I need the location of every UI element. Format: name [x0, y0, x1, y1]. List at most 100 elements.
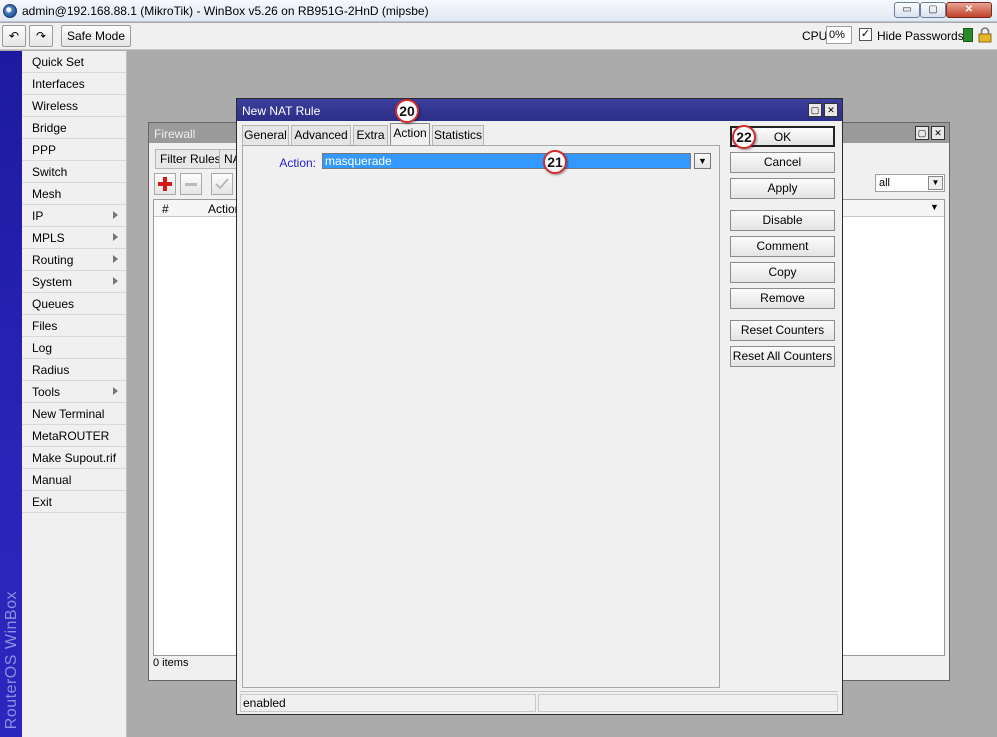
apply-button[interactable]: Apply: [730, 178, 835, 199]
tab-general[interactable]: General: [242, 125, 289, 146]
hide-passwords-checkbox[interactable]: ✓: [859, 28, 872, 41]
title-bar: admin@192.168.88.1 (MikroTik) - WinBox v…: [0, 0, 997, 22]
menu-item-label: Quick Set: [32, 55, 85, 69]
main-toolbar: ↶ ↷ Safe Mode CPU: 0% ✓ Hide Passwords: [0, 23, 997, 50]
column-number[interactable]: #: [162, 202, 169, 216]
submenu-arrow-icon: [113, 211, 118, 219]
column-menu-icon[interactable]: ▼: [930, 202, 939, 212]
menu-item-label: Log: [32, 341, 53, 355]
check-icon: [215, 178, 229, 190]
submenu-arrow-icon: [113, 255, 118, 263]
comment-button[interactable]: Comment: [730, 236, 835, 257]
step-marker-20: 20: [395, 99, 419, 123]
tab-advanced[interactable]: Advanced: [291, 125, 351, 146]
safe-mode-button[interactable]: Safe Mode: [61, 25, 131, 47]
menu-item-mesh[interactable]: Mesh: [22, 183, 126, 205]
dialog-title: New NAT Rule: [242, 104, 321, 118]
reset-counters-button[interactable]: Reset Counters: [730, 320, 835, 341]
submenu-arrow-icon: [113, 233, 118, 241]
menu-item-wireless[interactable]: Wireless: [22, 95, 126, 117]
firewall-maximize-button[interactable]: ▢: [915, 126, 929, 140]
dropdown-arrow-icon[interactable]: ▼: [928, 176, 943, 190]
menu-item-label: IP: [32, 209, 44, 223]
main-menu: Quick Set Interfaces Wireless Bridge PPP…: [22, 51, 127, 737]
tab-action[interactable]: Action: [390, 123, 430, 146]
menu-item-mpls[interactable]: MPLS: [22, 227, 126, 249]
menu-item-label: Manual: [32, 473, 72, 487]
firewall-title: Firewall: [154, 127, 196, 141]
tab-statistics[interactable]: Statistics: [432, 125, 484, 146]
new-nat-rule-dialog: New NAT Rule ▢ ✕ General Advanced Extra …: [236, 98, 843, 715]
redo-button[interactable]: ↷: [29, 25, 53, 47]
dialog-title-bar: New NAT Rule ▢ ✕: [237, 99, 842, 121]
menu-item-label: Interfaces: [32, 77, 85, 91]
menu-item-make-supout[interactable]: Make Supout.rif: [22, 447, 126, 469]
menu-item-label: Tools: [32, 385, 61, 399]
firewall-close-button[interactable]: ✕: [931, 126, 945, 140]
menu-item-system[interactable]: System: [22, 271, 126, 293]
minimize-button[interactable]: ▭: [894, 2, 920, 18]
menu-item-label: MPLS: [32, 231, 65, 245]
menu-item-label: Routing: [32, 253, 74, 267]
dialog-maximize-button[interactable]: ▢: [808, 103, 822, 117]
menu-item-interfaces[interactable]: Interfaces: [22, 73, 126, 95]
add-rule-button[interactable]: [154, 173, 176, 195]
status-cell-empty: [538, 694, 838, 712]
filter-value: all: [879, 177, 891, 189]
items-count: 0 items: [153, 657, 189, 669]
winbox-app-icon: [3, 4, 17, 18]
menu-item-label: Files: [32, 319, 58, 333]
menu-item-ppp[interactable]: PPP: [22, 139, 126, 161]
menu-item-quick-set[interactable]: Quick Set: [22, 51, 126, 73]
menu-item-files[interactable]: Files: [22, 315, 126, 337]
menu-item-manual[interactable]: Manual: [22, 469, 126, 491]
menu-item-ip[interactable]: IP: [22, 205, 126, 227]
tab-extra[interactable]: Extra: [353, 125, 388, 146]
cancel-button[interactable]: Cancel: [730, 152, 835, 173]
menu-item-log[interactable]: Log: [22, 337, 126, 359]
menu-item-label: Exit: [32, 495, 53, 509]
dialog-status-bar: enabled: [240, 691, 838, 712]
brand-bar: RouterOS WinBox: [0, 51, 22, 737]
enable-rule-button[interactable]: [211, 173, 233, 195]
step-marker-22: 22: [732, 125, 756, 149]
tab-filter-rules[interactable]: Filter Rules: [155, 149, 226, 169]
submenu-arrow-icon: [113, 387, 118, 395]
remove-button[interactable]: Remove: [730, 288, 835, 309]
dialog-close-button[interactable]: ✕: [824, 103, 838, 117]
menu-item-label: Switch: [32, 165, 68, 179]
action-dropdown-icon[interactable]: ▼: [694, 153, 711, 169]
menu-item-switch[interactable]: Switch: [22, 161, 126, 183]
filter-select[interactable]: all ▼: [875, 174, 945, 192]
action-panel: Action: masquerade ▼: [242, 145, 720, 688]
menu-item-radius[interactable]: Radius: [22, 359, 126, 381]
menu-item-label: Mesh: [32, 187, 62, 201]
menu-item-routing[interactable]: Routing: [22, 249, 126, 271]
copy-button[interactable]: Copy: [730, 262, 835, 283]
step-marker-21: 21: [543, 150, 567, 174]
brand-text: RouterOS WinBox: [3, 590, 20, 729]
remove-rule-button[interactable]: [180, 173, 202, 195]
menu-item-metarouter[interactable]: MetaROUTER: [22, 425, 126, 447]
cpu-value: 0%: [826, 26, 852, 44]
action-label: Action:: [279, 156, 316, 170]
menu-item-label: System: [32, 275, 73, 289]
menu-item-label: MetaROUTER: [32, 429, 110, 443]
reset-all-counters-button[interactable]: Reset All Counters: [730, 346, 835, 367]
menu-item-exit[interactable]: Exit: [22, 491, 126, 513]
plus-icon: [158, 177, 172, 191]
menu-item-new-terminal[interactable]: New Terminal: [22, 403, 126, 425]
menu-item-tools[interactable]: Tools: [22, 381, 126, 403]
undo-button[interactable]: ↶: [2, 25, 26, 47]
disable-button[interactable]: Disable: [730, 210, 835, 231]
menu-item-queues[interactable]: Queues: [22, 293, 126, 315]
close-button[interactable]: ✕: [946, 2, 992, 18]
window-title: admin@192.168.88.1 (MikroTik) - WinBox v…: [22, 4, 429, 18]
menu-item-label: PPP: [32, 143, 57, 157]
action-select[interactable]: masquerade: [322, 153, 691, 169]
minus-icon: [185, 183, 197, 186]
lock-icon: [978, 27, 992, 43]
maximize-button[interactable]: ▢: [920, 2, 946, 18]
submenu-arrow-icon: [113, 277, 118, 285]
menu-item-bridge[interactable]: Bridge: [22, 117, 126, 139]
